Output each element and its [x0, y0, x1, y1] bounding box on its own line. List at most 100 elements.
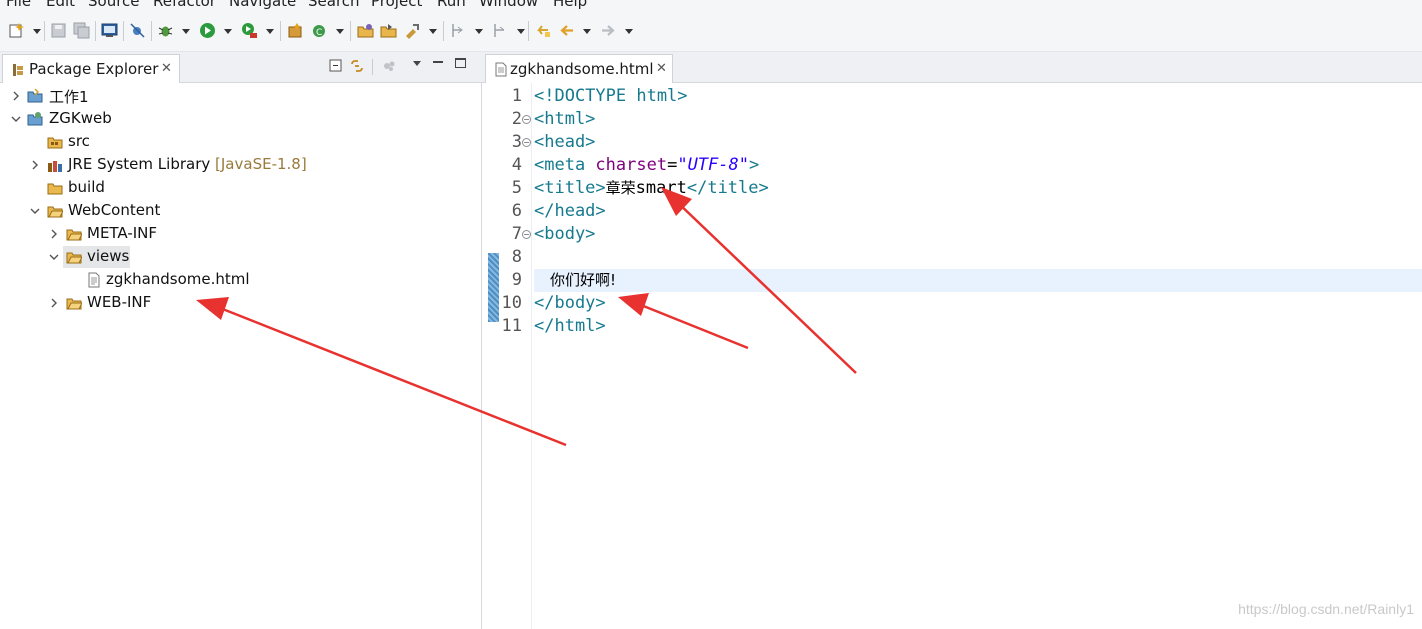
open-resource-icon[interactable]: [380, 22, 397, 39]
skip-breakpoints-icon[interactable]: [129, 22, 146, 39]
tree-item-label: zgkhandsome.html: [106, 270, 250, 288]
html-file-icon: [88, 272, 100, 288]
tree-item-zgkhandsome-html[interactable]: zgkhandsome.html: [0, 269, 480, 292]
console-icon[interactable]: [101, 22, 118, 39]
external-tools-dropdown-icon[interactable]: [266, 29, 274, 34]
tree-item-src[interactable]: src: [0, 131, 480, 154]
line-number: 2: [511, 109, 522, 129]
save-all-icon[interactable]: [73, 22, 90, 39]
code-line[interactable]: <meta charset="UTF-8">: [534, 154, 1422, 177]
tree-item-project-zgkweb[interactable]: ZGKweb: [0, 108, 480, 131]
menu-search[interactable]: Search: [308, 0, 360, 10]
next-annotation-icon[interactable]: [450, 22, 467, 39]
external-tools-icon[interactable]: [241, 22, 258, 39]
search-icon[interactable]: [404, 22, 421, 39]
open-type-icon[interactable]: [357, 22, 374, 39]
line-number: 4: [511, 155, 522, 175]
tree-item-project-gongzuo1[interactable]: 工作1: [0, 85, 480, 108]
back-dropdown-icon[interactable]: [583, 29, 591, 34]
save-icon[interactable]: [50, 22, 67, 39]
code-line[interactable]: <head>: [534, 131, 1422, 154]
title-close-tag: </title>: [686, 178, 769, 198]
folder-open-icon: [47, 206, 63, 218]
minimize-icon[interactable]: [433, 61, 443, 63]
toolbar-separator: [350, 21, 351, 41]
line-number: 1: [511, 86, 522, 106]
new-icon[interactable]: [8, 22, 25, 39]
maximize-icon[interactable]: [455, 58, 466, 68]
charset-value: "UTF-8": [677, 155, 749, 175]
quick-diff-change-marker[interactable]: [488, 253, 499, 322]
code-line[interactable]: <body>: [534, 223, 1422, 246]
fold-collapse-icon[interactable]: −: [522, 138, 531, 147]
run-dropdown-icon[interactable]: [224, 29, 232, 34]
previous-annotation-dropdown-icon[interactable]: [517, 29, 525, 34]
menu-project[interactable]: Project: [371, 0, 422, 10]
focus-on-active-task-icon[interactable]: [382, 59, 396, 73]
tree-item-jre-system-library[interactable]: JRE System Library [JavaSE-1.8]: [0, 154, 480, 177]
code-line[interactable]: [534, 246, 1422, 269]
debug-icon[interactable]: [157, 22, 174, 39]
collapse-all-icon[interactable]: [329, 59, 343, 73]
chevron-down-icon[interactable]: [10, 112, 22, 126]
tree-item-label: JRE System Library [JavaSE-1.8]: [68, 155, 307, 173]
new-java-package-icon[interactable]: [287, 22, 304, 39]
close-icon[interactable]: ✕: [656, 61, 667, 76]
code-line[interactable]: </head>: [534, 200, 1422, 223]
menu-file[interactable]: File: [6, 0, 31, 10]
last-edit-location-icon[interactable]: [534, 22, 551, 39]
close-icon[interactable]: ✕: [161, 61, 172, 76]
menu-navigate[interactable]: Navigate: [229, 0, 296, 10]
svg-text:C: C: [316, 28, 322, 38]
chevron-down-icon[interactable]: [48, 250, 60, 264]
library-name: JRE System Library: [68, 155, 211, 173]
html-file-icon: [495, 62, 507, 77]
chevron-right-icon[interactable]: [29, 158, 41, 172]
editor-tab-zgkhandsome-html[interactable]: zgkhandsome.html ✕: [485, 54, 673, 83]
code-line[interactable]: <!DOCTYPE html>: [534, 85, 1422, 108]
tree-item-web-inf[interactable]: WEB-INF: [0, 292, 480, 315]
code-line[interactable]: <title>章荣smart</title>: [534, 177, 1422, 200]
debug-dropdown-icon[interactable]: [182, 29, 190, 34]
folder-open-icon: [66, 252, 82, 264]
line-number: 3: [511, 132, 522, 152]
toolbar-separator: [123, 21, 124, 41]
run-icon[interactable]: [199, 22, 216, 39]
code-line[interactable]: <html>: [534, 108, 1422, 131]
next-annotation-dropdown-icon[interactable]: [475, 29, 483, 34]
title-text: 章荣: [605, 179, 636, 197]
chevron-right-icon[interactable]: [48, 296, 60, 310]
search-dropdown-icon[interactable]: [429, 29, 437, 34]
code-line[interactable]: </body>: [534, 292, 1422, 315]
view-menu-icon[interactable]: [413, 61, 421, 66]
meta-tag: <meta: [534, 155, 596, 175]
fold-collapse-icon[interactable]: −: [522, 115, 531, 124]
menu-help[interactable]: Help: [553, 0, 587, 10]
back-icon[interactable]: [558, 22, 575, 39]
new-class-icon[interactable]: C: [311, 22, 328, 39]
previous-annotation-icon[interactable]: [492, 22, 509, 39]
code-line-current[interactable]: 你们好啊!: [534, 269, 1422, 292]
chevron-right-icon[interactable]: [48, 227, 60, 241]
tree-item-webcontent[interactable]: WebContent: [0, 200, 480, 223]
forward-dropdown-icon[interactable]: [625, 29, 633, 34]
charset-attribute: charset: [595, 155, 668, 175]
menu-edit[interactable]: Edit: [46, 0, 75, 10]
menu-run[interactable]: Run: [437, 0, 466, 10]
forward-icon[interactable]: [600, 22, 617, 39]
menu-window[interactable]: Window: [479, 0, 538, 10]
new-class-dropdown-icon[interactable]: [336, 29, 344, 34]
menu-refactor[interactable]: Refactor: [153, 0, 216, 10]
menu-source[interactable]: Source: [88, 0, 140, 10]
code-line[interactable]: </html>: [534, 315, 1422, 338]
package-explorer-tab[interactable]: Package Explorer ✕: [2, 54, 180, 83]
chevron-right-icon[interactable]: [10, 89, 22, 103]
title-text-latin: smart: [635, 178, 687, 198]
new-dropdown-icon[interactable]: [33, 29, 41, 34]
tree-item-build[interactable]: build: [0, 177, 480, 200]
fold-collapse-icon[interactable]: −: [522, 230, 531, 239]
chevron-down-icon[interactable]: [29, 204, 41, 218]
tree-item-meta-inf[interactable]: META-INF: [0, 223, 480, 246]
link-with-editor-icon[interactable]: [350, 59, 364, 73]
tree-item-views[interactable]: views: [0, 246, 480, 269]
